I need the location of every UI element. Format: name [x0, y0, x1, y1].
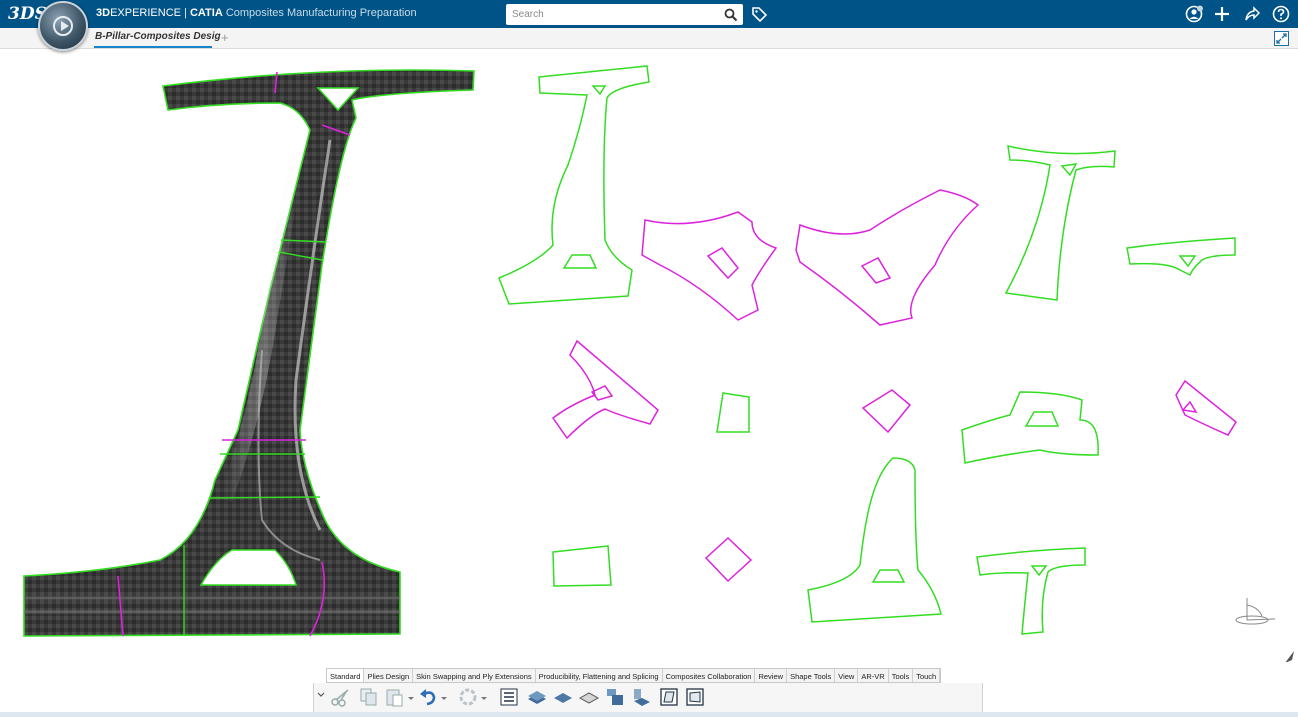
splice-outline[interactable]	[1175, 379, 1237, 436]
active-tab-indicator	[94, 46, 212, 48]
tab-shape-tools[interactable]: Shape Tools	[787, 669, 836, 682]
tab-plies-design[interactable]: Plies Design	[364, 669, 414, 682]
update-icon[interactable]	[457, 686, 479, 708]
document-tab-bar: B-Pillar-Composites Desig +	[0, 28, 1298, 49]
app-name: Composites Manufacturing Preparation	[222, 7, 417, 19]
plus-icon[interactable]	[1213, 5, 1231, 23]
ply-outline[interactable]	[976, 547, 1086, 635]
ply-outline[interactable]	[498, 65, 650, 305]
flatten-icon[interactable]	[658, 686, 680, 708]
stacking-icon[interactable]	[604, 686, 626, 708]
help-icon[interactable]	[1272, 5, 1290, 23]
chevron-down-icon[interactable]	[316, 686, 326, 708]
tab-tools[interactable]: Tools	[889, 669, 914, 682]
tab-skin-swapping[interactable]: Skin Swapping and Ply Extensions	[413, 669, 536, 682]
tab-view[interactable]: View	[835, 669, 859, 682]
user-icon[interactable]	[1185, 5, 1203, 23]
ply-outline[interactable]	[807, 457, 942, 623]
action-bar-tabs: Standard Plies Design Skin Swapping and …	[326, 668, 942, 683]
search-icon[interactable]	[724, 8, 738, 22]
3d-viewport[interactable]	[0, 50, 1298, 662]
splice-outline[interactable]	[551, 339, 659, 440]
tab-review[interactable]: Review	[755, 669, 788, 682]
flattened-plies[interactable]	[498, 65, 1237, 635]
action-bar	[313, 683, 983, 713]
top-bar: 3DS 3DEXPERIENCE | CATIA Composites Manu…	[0, 0, 1298, 28]
add-tab-button[interactable]: +	[221, 30, 229, 45]
undo-icon[interactable]	[418, 686, 440, 708]
splice-outline[interactable]	[795, 189, 980, 326]
chevron-down-icon[interactable]	[440, 686, 448, 708]
search-input[interactable]	[506, 4, 743, 25]
play-icon[interactable]	[53, 16, 73, 36]
maximize-button[interactable]	[1274, 31, 1289, 46]
tab-ar-vr[interactable]: AR-VR	[858, 669, 889, 682]
ply-outline[interactable]	[961, 391, 1099, 464]
tab-standard[interactable]: Standard	[327, 669, 365, 682]
chevron-down-icon[interactable]	[407, 686, 415, 708]
axis-triad-icon	[1235, 598, 1276, 625]
ply-outline[interactable]	[1126, 237, 1236, 277]
app-title: 3DEXPERIENCE | CATIA Composites Manufact…	[96, 7, 417, 19]
splice-outline[interactable]	[641, 211, 778, 321]
tag-icon[interactable]	[750, 5, 768, 23]
brand-3d: 3D	[96, 7, 111, 19]
tab-touch[interactable]: Touch	[913, 669, 941, 682]
ply-table-icon[interactable]	[498, 686, 520, 708]
core-icon[interactable]	[578, 686, 600, 708]
brand-catia: CATIA	[189, 7, 223, 19]
copy-icon[interactable]	[358, 686, 380, 708]
3ds-logo[interactable]: 3DS	[8, 3, 47, 25]
ply-icon[interactable]	[552, 686, 574, 708]
splice-outline[interactable]	[861, 389, 912, 434]
title-separator: |	[180, 7, 190, 19]
compass-icon[interactable]	[38, 1, 88, 51]
cut-icon[interactable]	[330, 686, 352, 708]
ply-outline[interactable]	[716, 392, 750, 433]
tab-composites-collaboration[interactable]: Composites Collaboration	[663, 669, 756, 682]
share-icon[interactable]	[1243, 5, 1261, 23]
tab-producibility[interactable]: Producibility, Flattening and Splicing	[536, 669, 663, 682]
paste-icon[interactable]	[384, 686, 406, 708]
ply-exploder-icon[interactable]	[630, 686, 652, 708]
tab-b-pillar-composites-design[interactable]: B-Pillar-Composites Desig	[95, 31, 221, 42]
collapse-icon	[1276, 33, 1287, 44]
b-pillar-part[interactable]	[23, 69, 475, 637]
ply-outline[interactable]	[1004, 145, 1116, 301]
surface-icon[interactable]	[684, 686, 706, 708]
chevron-down-icon[interactable]	[480, 686, 488, 708]
brand-experience: EXPERIENCE	[110, 7, 181, 19]
splice-outline[interactable]	[704, 536, 753, 583]
status-bar	[0, 712, 1298, 717]
ply-outline[interactable]	[552, 545, 612, 587]
plies-group-icon[interactable]	[526, 686, 548, 708]
resize-grip-icon[interactable]	[1285, 651, 1294, 662]
